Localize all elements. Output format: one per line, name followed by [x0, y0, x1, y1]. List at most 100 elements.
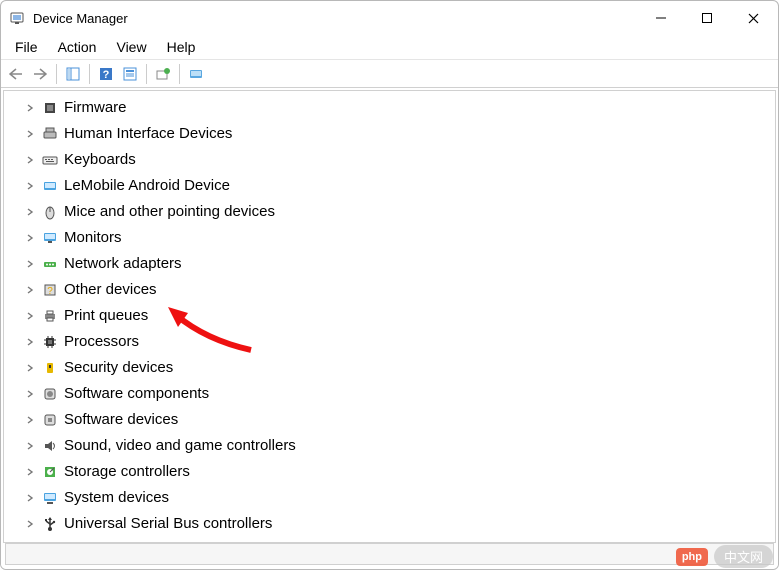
tree-item[interactable]: Security devices	[4, 355, 775, 381]
chevron-right-icon[interactable]	[24, 128, 36, 140]
titlebar: Device Manager	[1, 1, 778, 35]
tree-item-label: Monitors	[64, 229, 122, 247]
chevron-right-icon[interactable]	[24, 414, 36, 426]
tree-item-label: Human Interface Devices	[64, 125, 232, 143]
tree-item[interactable]: System devices	[4, 485, 775, 511]
chevron-right-icon[interactable]	[24, 440, 36, 452]
tree-item-label: Processors	[64, 333, 139, 351]
tree-item-label: System devices	[64, 489, 169, 507]
device-tree[interactable]: Firmware Human Interface Devices Keyboards…	[4, 95, 775, 537]
tree-item[interactable]: Storage controllers	[4, 459, 775, 485]
toolbar-separator	[179, 64, 180, 84]
tree-item-label: Network adapters	[64, 255, 182, 273]
properties-button[interactable]	[119, 63, 141, 85]
keyboard-icon	[42, 152, 58, 168]
tree-item-label: Universal Serial Bus controllers	[64, 515, 272, 533]
menubar: File Action View Help	[1, 35, 778, 60]
minimize-button[interactable]	[638, 1, 684, 35]
update-driver-button[interactable]	[152, 63, 174, 85]
processor-icon	[42, 334, 58, 350]
network-icon	[42, 256, 58, 272]
forward-button[interactable]	[29, 63, 51, 85]
tree-item[interactable]: Mice and other pointing devices	[4, 199, 775, 225]
close-button[interactable]	[730, 1, 776, 35]
tree-item[interactable]: Human Interface Devices	[4, 121, 775, 147]
menu-file[interactable]: File	[5, 37, 48, 57]
menu-help[interactable]: Help	[157, 37, 206, 57]
hid-icon	[42, 126, 58, 142]
chevron-right-icon[interactable]	[24, 362, 36, 374]
tree-item[interactable]: Firmware	[4, 95, 775, 121]
chevron-right-icon[interactable]	[24, 102, 36, 114]
tree-item-label: Mice and other pointing devices	[64, 203, 275, 221]
tree-item-label: Firmware	[64, 99, 127, 117]
show-hide-console-tree-button[interactable]	[62, 63, 84, 85]
chevron-right-icon[interactable]	[24, 258, 36, 270]
chevron-right-icon[interactable]	[24, 232, 36, 244]
mouse-icon	[42, 204, 58, 220]
chevron-right-icon[interactable]	[24, 518, 36, 530]
tree-item-label: Security devices	[64, 359, 173, 377]
tree-item[interactable]: Universal Serial Bus controllers	[4, 511, 775, 537]
printer-icon	[42, 308, 58, 324]
maximize-button[interactable]	[684, 1, 730, 35]
statusbar	[5, 543, 774, 565]
system-icon	[42, 490, 58, 506]
chevron-right-icon[interactable]	[24, 336, 36, 348]
device-tree-panel: Firmware Human Interface Devices Keyboards…	[3, 90, 776, 543]
content-area: Firmware Human Interface Devices Keyboards…	[1, 88, 778, 569]
tree-item[interactable]: Network adapters	[4, 251, 775, 277]
tree-item[interactable]: Monitors	[4, 225, 775, 251]
android-icon	[42, 178, 58, 194]
tree-item[interactable]: Keyboards	[4, 147, 775, 173]
back-button[interactable]	[5, 63, 27, 85]
tree-item-label: Other devices	[64, 281, 157, 299]
watermark-text: 中文网	[714, 545, 773, 568]
toolbar-separator	[146, 64, 147, 84]
tree-item-label: LeMobile Android Device	[64, 177, 230, 195]
tree-item[interactable]: ? Other devices	[4, 277, 775, 303]
chevron-right-icon[interactable]	[24, 284, 36, 296]
sound-icon	[42, 438, 58, 454]
window-title: Device Manager	[33, 11, 128, 26]
chevron-right-icon[interactable]	[24, 154, 36, 166]
watermark-badge: php	[676, 548, 708, 566]
toolbar-separator	[56, 64, 57, 84]
window-controls	[638, 1, 778, 35]
toolbar-separator	[89, 64, 90, 84]
help-button[interactable]: ?	[95, 63, 117, 85]
tree-item-label: Keyboards	[64, 151, 136, 169]
tree-item[interactable]: Software devices	[4, 407, 775, 433]
tree-item-label: Print queues	[64, 307, 148, 325]
chevron-right-icon[interactable]	[24, 206, 36, 218]
firmware-icon	[42, 100, 58, 116]
storage-icon	[42, 464, 58, 480]
chevron-right-icon[interactable]	[24, 466, 36, 478]
tree-item-label: Software devices	[64, 411, 178, 429]
chevron-right-icon[interactable]	[24, 310, 36, 322]
toolbar: ?	[1, 60, 778, 88]
chevron-right-icon[interactable]	[24, 180, 36, 192]
tree-item-label: Sound, video and game controllers	[64, 437, 296, 455]
tree-item[interactable]: LeMobile Android Device	[4, 173, 775, 199]
usb-icon	[42, 516, 58, 532]
tree-item[interactable]: Processors	[4, 329, 775, 355]
other-icon: ?	[42, 282, 58, 298]
menu-view[interactable]: View	[106, 37, 156, 57]
tree-item-label: Software components	[64, 385, 209, 403]
menu-action[interactable]: Action	[48, 37, 107, 57]
softdev-icon	[42, 412, 58, 428]
security-icon	[42, 360, 58, 376]
softcomp-icon	[42, 386, 58, 402]
svg-text:?: ?	[103, 69, 110, 81]
watermark: php 中文网	[676, 545, 773, 568]
chevron-right-icon[interactable]	[24, 388, 36, 400]
scan-hardware-button[interactable]	[185, 63, 207, 85]
tree-item-label: Storage controllers	[64, 463, 190, 481]
svg-text:?: ?	[47, 286, 53, 297]
tree-item[interactable]: Print queues	[4, 303, 775, 329]
chevron-right-icon[interactable]	[24, 492, 36, 504]
tree-item[interactable]: Sound, video and game controllers	[4, 433, 775, 459]
monitor-icon	[42, 230, 58, 246]
tree-item[interactable]: Software components	[4, 381, 775, 407]
